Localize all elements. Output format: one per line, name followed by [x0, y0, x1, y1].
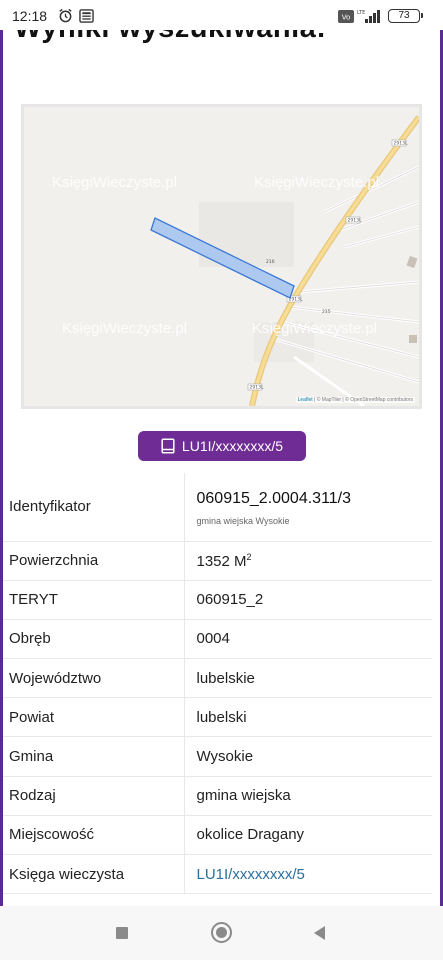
status-time: 12:18 [12, 8, 48, 24]
row-label: Województwo [3, 658, 185, 699]
area-value: 1352 M [196, 552, 247, 570]
row-value: okolice Dragany [184, 815, 432, 856]
table-row: Rodzaj gmina wiejska [3, 776, 432, 816]
row-label: TERYT [3, 580, 185, 620]
home-icon[interactable] [211, 922, 232, 943]
volte-icon: Vo [338, 10, 354, 23]
map-attribution: Leaflet | © MapTiler | © OpenStreetMap c… [295, 397, 415, 403]
table-row: TERYT 060915_2 [3, 580, 432, 620]
row-label: Powierzchnia [3, 541, 185, 581]
table-row: Księga wieczysta LU1I/xxxxxxxx/5 [3, 854, 432, 895]
land-register-button[interactable]: LU1I/xxxxxxxx/5 [138, 431, 306, 461]
battery-icon: 73 [388, 9, 423, 23]
table-row: Identyfikator 060915_2.0004.311/3 gmina … [3, 473, 432, 542]
system-nav-bar [0, 906, 443, 960]
parcel-details-table: Identyfikator 060915_2.0004.311/3 gmina … [3, 473, 432, 895]
parcel-id: 060915_2.0004.311/3 [196, 489, 352, 507]
row-value: 060915_2.0004.311/3 gmina wiejska Wysoki… [184, 473, 432, 542]
book-icon [161, 438, 175, 454]
row-value: lubelskie [184, 658, 432, 699]
row-value: gmina wiejska [184, 776, 432, 816]
row-value: 0004 [184, 619, 432, 660]
plot-label: 216 [266, 259, 275, 265]
table-row: Gmina Wysokie [3, 736, 432, 777]
recent-apps-icon[interactable] [116, 927, 128, 939]
row-label: Powiat [3, 697, 185, 738]
leaflet-link[interactable]: Leaflet [298, 397, 313, 403]
table-row: Obręb 0004 [3, 619, 432, 660]
table-row: Miejscowość okolice Dragany [3, 815, 432, 856]
back-icon[interactable] [314, 926, 325, 940]
news-icon [79, 9, 94, 23]
network-label: LTE [357, 10, 365, 16]
road-label: 2913L [394, 141, 408, 147]
land-register-link[interactable]: LU1I/xxxxxxxx/5 [197, 866, 305, 883]
map-attribution-text: | © MapTiler | © OpenStreetMap contribut… [312, 397, 413, 403]
parcel-map[interactable]: KsięgiWieczyste.pl KsięgiWieczyste.pl Ks… [21, 104, 422, 409]
svg-text:Vo: Vo [342, 14, 351, 22]
map-watermark: KsięgiWieczyste.pl [62, 320, 187, 337]
road-label: 2913L [348, 218, 362, 224]
row-value: 060915_2 [184, 580, 432, 620]
row-value: LU1I/xxxxxxxx/5 [184, 854, 432, 895]
area-exponent: 2 [246, 551, 252, 562]
row-value: 1352 M2 [184, 541, 432, 581]
map-watermark: KsięgiWieczyste.pl [252, 320, 377, 337]
row-label: Miejscowość [3, 815, 185, 856]
row-value: lubelski [184, 697, 432, 738]
row-label: Księga wieczysta [3, 854, 185, 895]
battery-level: 73 [398, 10, 410, 21]
land-register-button-label: LU1I/xxxxxxxx/5 [181, 438, 284, 454]
table-row: Województwo lubelskie [3, 658, 432, 699]
map-watermark: KsięgiWieczyste.pl [254, 174, 379, 191]
row-label: Rodzaj [3, 776, 185, 816]
map-canvas[interactable]: KsięgiWieczyste.pl KsięgiWieczyste.pl Ks… [24, 107, 419, 406]
row-label: Obręb [3, 619, 185, 660]
alarm-icon [59, 8, 72, 23]
signal-icon: LTE [357, 10, 380, 23]
status-bar: 12:18 Vo LTE 73 [0, 0, 443, 30]
table-row: Powiat lubelski [3, 697, 432, 738]
plot-label: 215 [322, 309, 331, 315]
row-value: Wysokie [184, 736, 432, 777]
table-row: Powierzchnia 1352 M2 [3, 541, 432, 581]
row-label: Gmina [3, 736, 185, 777]
road-label: 2913L [250, 385, 264, 391]
row-label: Identyfikator [3, 473, 185, 542]
parcel-id-subtitle: gmina wiejska Wysokie [196, 515, 290, 526]
map-watermark: KsięgiWieczyste.pl [52, 174, 177, 191]
